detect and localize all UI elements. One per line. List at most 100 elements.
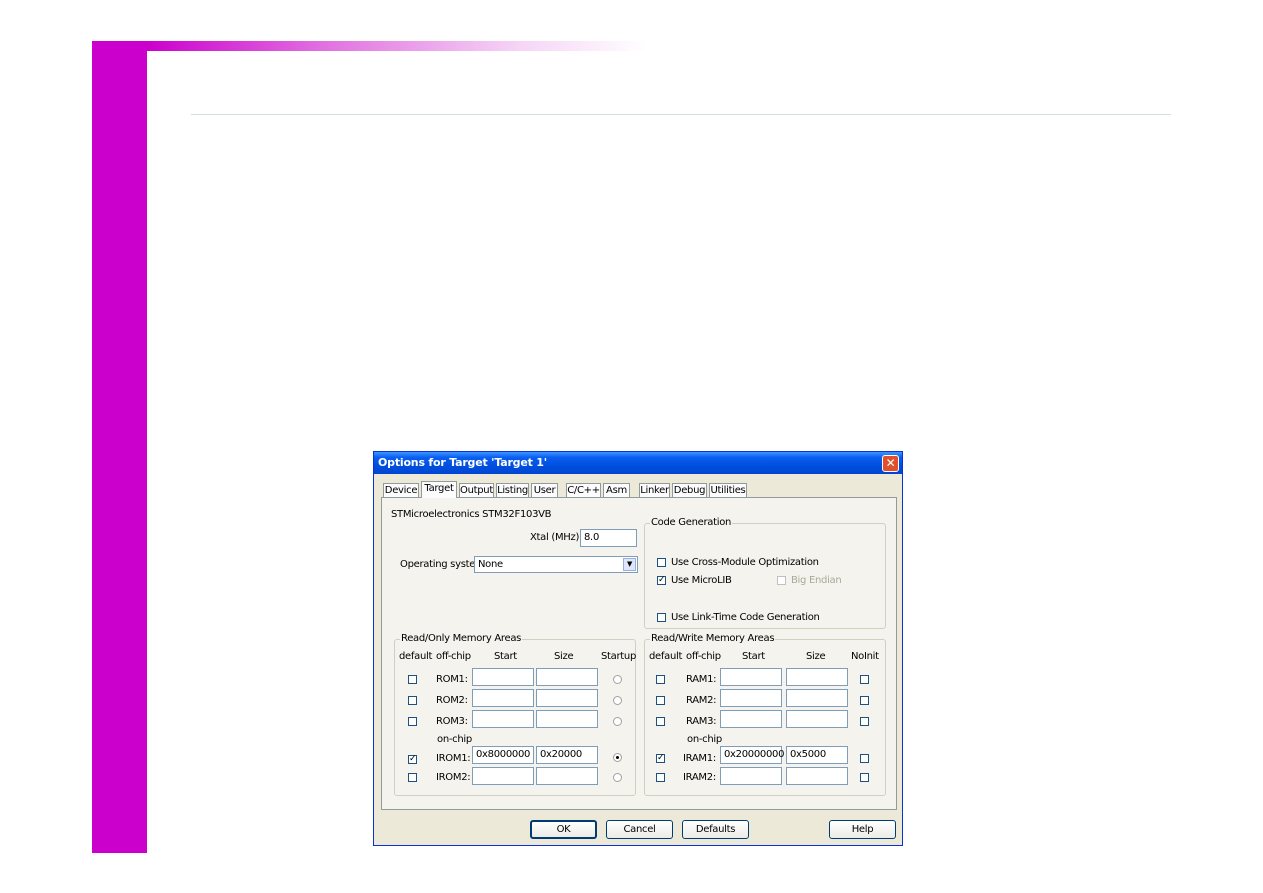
xtal-label: Xtal (MHz): (530, 532, 583, 543)
microlib-label: Use MicroLIB (671, 575, 732, 586)
ram2-noinit-checkbox[interactable] (860, 696, 869, 705)
irom1-start-input[interactable]: 0x8000000 (472, 746, 534, 764)
rom1-default-checkbox[interactable] (408, 675, 417, 684)
rom2-default-checkbox[interactable] (408, 696, 417, 705)
link-time-label: Use Link-Time Code Generation (671, 612, 820, 623)
dialog-title: Options for Target 'Target 1' (378, 456, 547, 469)
tab-listing[interactable]: Listing (496, 483, 529, 497)
rom-header-default: default (399, 651, 433, 662)
ram1-noinit-checkbox[interactable] (860, 675, 869, 684)
slide-accent-bar-top (147, 41, 647, 51)
rom3-default-checkbox[interactable] (408, 717, 417, 726)
iram1-label: IRAM1: (683, 753, 716, 764)
irom2-size-input[interactable] (536, 767, 598, 785)
rom1-start-input[interactable] (472, 668, 534, 686)
ram2-start-input[interactable] (720, 689, 782, 707)
ram2-default-checkbox[interactable] (656, 696, 665, 705)
os-value: None (478, 559, 503, 570)
big-endian-checkbox[interactable] (777, 576, 786, 585)
ram3-noinit-checkbox[interactable] (860, 717, 869, 726)
irom1-size-input[interactable]: 0x20000 (536, 746, 598, 764)
rom-header-size: Size (554, 651, 574, 662)
cross-module-checkbox[interactable] (657, 558, 666, 567)
defaults-button[interactable]: Defaults (682, 820, 749, 839)
irom2-default-checkbox[interactable] (408, 773, 417, 782)
tab-device[interactable]: Device (383, 483, 419, 497)
iram2-default-checkbox[interactable] (656, 773, 665, 782)
tab-c-cpp[interactable]: C/C++ (566, 483, 601, 497)
iram1-default-checkbox[interactable]: ✓ (656, 754, 665, 763)
rom3-label: ROM3: (436, 716, 468, 727)
tab-target[interactable]: Target (421, 481, 457, 498)
rom-areas-group: Read/Only Memory Areas default off-chip … (394, 633, 637, 796)
rom-header-offchip: off-chip (436, 651, 471, 662)
ram1-default-checkbox[interactable] (656, 675, 665, 684)
rom1-label: ROM1: (436, 674, 468, 685)
rom-header-start: Start (494, 651, 517, 662)
tab-asm[interactable]: Asm (603, 483, 630, 497)
irom2-start-input[interactable] (472, 767, 534, 785)
ram-areas-title: Read/Write Memory Areas (650, 633, 776, 645)
irom1-startup-radio[interactable] (613, 753, 622, 762)
ram2-size-input[interactable] (786, 689, 848, 707)
tab-linker[interactable]: Linker (639, 483, 670, 497)
iram1-size-input[interactable]: 0x5000 (786, 746, 848, 764)
ram2-label: RAM2: (686, 695, 717, 706)
ram3-start-input[interactable] (720, 710, 782, 728)
rom2-label: ROM2: (436, 695, 468, 706)
ram-header-noinit: NoInit (851, 651, 879, 662)
options-dialog: Options for Target 'Target 1' ✕ Device T… (373, 451, 903, 846)
irom1-default-checkbox[interactable]: ✓ (408, 755, 417, 764)
irom2-startup-radio[interactable] (613, 773, 622, 782)
ram1-label: RAM1: (686, 674, 717, 685)
big-endian-label: Big Endian (791, 575, 842, 586)
rom-areas-title: Read/Only Memory Areas (400, 633, 523, 645)
tab-user[interactable]: User (531, 483, 558, 497)
ram-header-start: Start (742, 651, 765, 662)
tab-utilities[interactable]: Utilities (709, 483, 747, 497)
rom3-start-input[interactable] (472, 710, 534, 728)
close-icon[interactable]: ✕ (882, 455, 899, 472)
dialog-titlebar[interactable]: Options for Target 'Target 1' ✕ (374, 452, 902, 474)
cancel-button[interactable]: Cancel (606, 820, 673, 839)
link-time-checkbox[interactable] (657, 613, 666, 622)
iram1-start-input[interactable]: 0x20000000 (720, 746, 784, 764)
target-tab-panel: STMicroelectronics STM32F103VB Xtal (MHz… (381, 497, 897, 810)
rom1-size-input[interactable] (536, 668, 598, 686)
tab-debug[interactable]: Debug (672, 483, 707, 497)
device-name: STMicroelectronics STM32F103VB (391, 509, 552, 520)
rom2-start-input[interactable] (472, 689, 534, 707)
os-select[interactable]: None ▼ (474, 556, 638, 573)
ram3-label: RAM3: (686, 716, 717, 727)
ram-header-size: Size (806, 651, 826, 662)
ram1-size-input[interactable] (786, 668, 848, 686)
iram1-noinit-checkbox[interactable] (860, 754, 869, 763)
ram3-default-checkbox[interactable] (656, 717, 665, 726)
irom1-label: IROM1: (436, 753, 471, 764)
irom2-label: IROM2: (436, 772, 471, 783)
ok-button[interactable]: OK (530, 820, 597, 839)
iram2-noinit-checkbox[interactable] (860, 773, 869, 782)
ram1-start-input[interactable] (720, 668, 782, 686)
rom2-size-input[interactable] (536, 689, 598, 707)
ram3-size-input[interactable] (786, 710, 848, 728)
rom-header-startup: Startup (601, 651, 637, 662)
rom3-startup-radio[interactable] (613, 717, 622, 726)
slide-accent-bar-left (92, 41, 147, 853)
xtal-input[interactable]: 8.0 (580, 529, 637, 547)
rom3-size-input[interactable] (536, 710, 598, 728)
code-generation-group: Code Generation Use Cross-Module Optimiz… (644, 517, 886, 629)
cross-module-label: Use Cross-Module Optimization (671, 557, 819, 568)
slide-divider-line (191, 114, 1171, 115)
rom2-startup-radio[interactable] (613, 696, 622, 705)
rom1-startup-radio[interactable] (613, 675, 622, 684)
iram2-start-input[interactable] (720, 767, 782, 785)
microlib-checkbox[interactable]: ✓ (657, 576, 666, 585)
iram2-size-input[interactable] (786, 767, 848, 785)
code-generation-title: Code Generation (650, 517, 733, 529)
help-button[interactable]: Help (829, 820, 896, 839)
ram-header-default: default (649, 651, 683, 662)
chevron-down-icon[interactable]: ▼ (623, 558, 636, 571)
ram-onchip-label: on-chip (687, 734, 722, 745)
tab-output[interactable]: Output (459, 483, 494, 497)
